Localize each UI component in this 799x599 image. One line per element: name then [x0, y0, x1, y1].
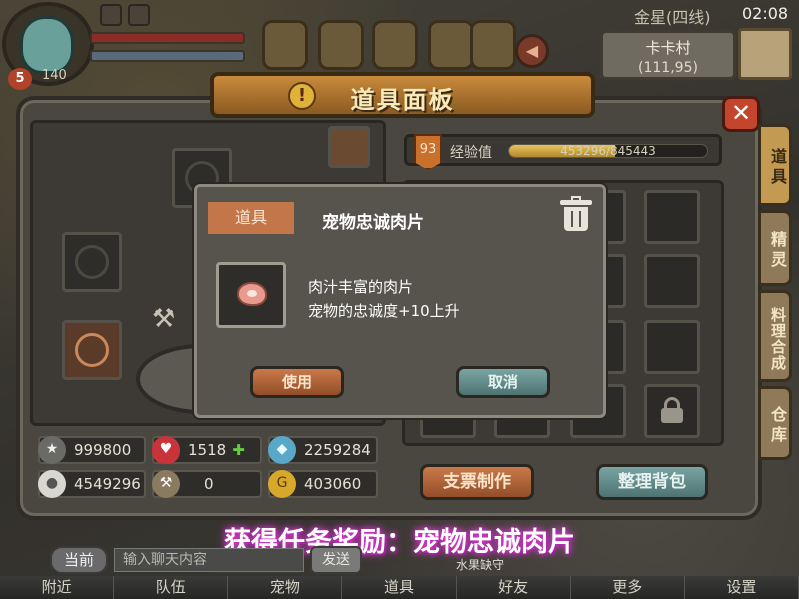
panel-title-plate: ! 道具面板 [210, 72, 595, 118]
dialog-description-line2: 宠物的忠诚度+10上升 [308, 302, 460, 320]
gold-coin-icon: G [268, 470, 296, 498]
craft-check-button[interactable]: 支票制作 [420, 464, 534, 500]
experience-label: 经验值 [450, 145, 492, 161]
location-coords: (111,95) [638, 60, 698, 76]
stat-diamond-value: 2259284 [304, 441, 371, 459]
meat-slice-icon [237, 282, 267, 306]
location-name: 卡卡村 [645, 39, 691, 57]
stat-diamond: ◆ 2259284 [268, 436, 378, 464]
nav-nearby[interactable]: 附近 [0, 576, 115, 599]
star-medal-icon: ★ [38, 436, 66, 464]
inventory-slot[interactable] [644, 254, 700, 308]
player-level-badge: 5 [8, 68, 32, 90]
stat-medal: ★ 999800 [38, 436, 146, 464]
clock-time: 02:08 [742, 4, 789, 23]
nav-items[interactable]: 道具 [342, 576, 457, 599]
trash-icon[interactable] [560, 196, 592, 232]
bottom-nav: 附近 队伍 宠物 道具 好友 更多 设置 [0, 576, 799, 599]
stat-gold: G 403060 [268, 470, 378, 498]
shop-button[interactable] [372, 20, 418, 70]
hud-menu-button-4[interactable] [428, 20, 474, 70]
panel-title: 道具面板 [350, 86, 455, 114]
dialog-item-frame [216, 262, 286, 328]
ring-icon [75, 245, 109, 279]
hp-bar [90, 32, 245, 44]
nav-settings[interactable]: 设置 [685, 576, 799, 599]
hammer-icon: ⚒ [152, 470, 180, 498]
stat-pearl: ● 4549296 [38, 470, 146, 498]
lock-icon [661, 397, 683, 423]
inventory-slot[interactable] [644, 190, 700, 244]
chat-hint-text: 水果缺守 [456, 558, 505, 572]
stat-stamina-value: 1518 ✚ [188, 441, 245, 459]
dialog-item-title: 宠物忠诚肉片 [322, 213, 424, 233]
experience-bar: 453296/845443 [508, 144, 708, 158]
heart-icon: ♥ [152, 436, 180, 464]
player-status-bars [90, 32, 245, 68]
mp-bar [90, 50, 245, 62]
chat-send-button[interactable]: 发送 [310, 546, 362, 574]
collapse-arrow-icon[interactable]: ◀ [515, 34, 549, 68]
hud-menu-button-2[interactable] [318, 20, 364, 70]
tab-sprites[interactable]: 精灵 [758, 210, 792, 286]
dialog-category-tag: 道具 [208, 202, 294, 234]
equip-slot-accessory[interactable] [328, 126, 370, 168]
stat-gold-value: 403060 [304, 475, 362, 493]
close-button[interactable]: ✕ [722, 96, 760, 132]
nav-pet[interactable]: 宠物 [228, 576, 343, 599]
chat-input[interactable]: 输入聊天内容 [114, 548, 304, 572]
diamond-icon: ◆ [268, 436, 296, 464]
cancel-button[interactable]: 取消 [456, 366, 550, 398]
use-button[interactable]: 使用 [250, 366, 344, 398]
stat-stamina: ♥ 1518 ✚ [152, 436, 262, 464]
inventory-slot[interactable] [644, 320, 700, 374]
tab-storage[interactable]: 仓库 [758, 386, 792, 460]
locked-inventory-slot[interactable] [644, 384, 700, 438]
server-name: 金星(四线) [634, 8, 711, 27]
player-exp-value: 140 [42, 68, 67, 83]
location-plate[interactable]: 卡卡村 (111,95) [600, 30, 736, 80]
tab-items[interactable]: 道具 [758, 124, 792, 206]
trash-bin [564, 207, 588, 231]
pearl-icon: ● [38, 470, 66, 498]
chat-bar: 当前 输入聊天内容 发送 水果缺守 [0, 546, 799, 574]
stat-pearl-value: 4549296 [74, 475, 141, 493]
dialog-description-line1: 肉汁丰富的肉片 [308, 278, 414, 296]
stat-hammer-value: 0 [204, 475, 214, 493]
hud-menu-button-1[interactable] [262, 20, 308, 70]
moon-icon[interactable] [128, 4, 150, 26]
add-stamina-icon[interactable]: ✚ [232, 441, 245, 459]
nav-more[interactable]: 更多 [571, 576, 685, 599]
equip-slot-bow[interactable] [62, 320, 122, 380]
nav-friends[interactable]: 好友 [457, 576, 571, 599]
bow-icon [75, 333, 109, 367]
player-face [20, 16, 74, 74]
equip-slot-ring[interactable] [62, 232, 122, 292]
tab-cooking[interactable]: 料理合成 [758, 290, 792, 382]
stat-hammer: ⚒ 0 [152, 470, 262, 498]
axe-icon: ⚒ [152, 304, 176, 334]
buff-icon[interactable] [100, 4, 122, 26]
stat-medal-value: 999800 [74, 441, 132, 459]
sort-bag-button[interactable]: 整理背包 [596, 464, 708, 500]
nav-team[interactable]: 队伍 [114, 576, 229, 599]
minimap-scroll-icon[interactable] [738, 28, 792, 80]
hud-menu-button-5[interactable] [470, 20, 516, 70]
chat-channel-button[interactable]: 当前 [50, 546, 108, 574]
experience-text: 453296/845443 [560, 144, 656, 158]
trash-lid [560, 200, 592, 205]
